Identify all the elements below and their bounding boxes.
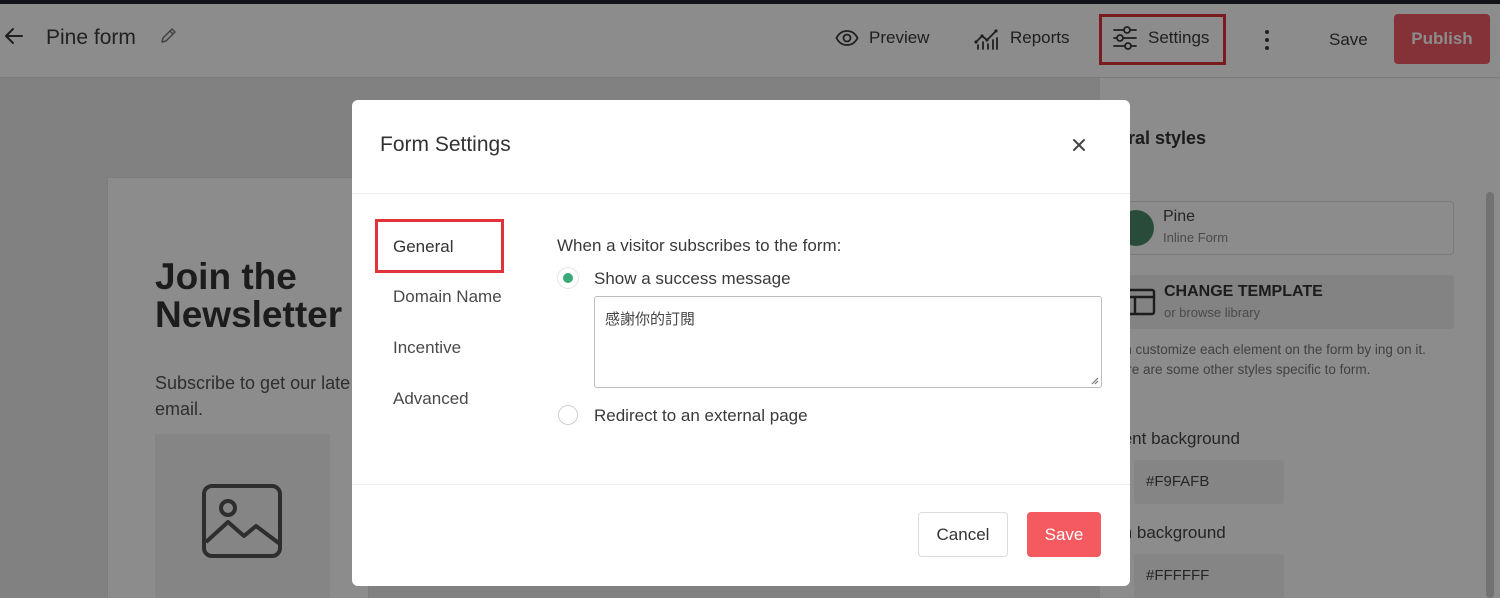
tab-advanced[interactable]: Advanced (393, 389, 469, 409)
redirect-option-label[interactable]: Redirect to an external page (594, 406, 808, 426)
tab-domain-name[interactable]: Domain Name (393, 287, 502, 307)
redirect-radio[interactable] (558, 405, 578, 425)
success-message-textarea[interactable]: 感謝你的訂閱 (594, 296, 1102, 388)
general-highlight-box (375, 219, 504, 273)
success-message-option-label[interactable]: Show a success message (594, 269, 791, 289)
close-icon[interactable] (1068, 134, 1090, 156)
dialog-title: Form Settings (380, 133, 511, 156)
subscribe-action-label: When a visitor subscribes to the form: (557, 236, 842, 255)
tab-incentive[interactable]: Incentive (393, 338, 461, 358)
save-button[interactable]: Save (1027, 512, 1101, 557)
success-message-radio[interactable] (558, 268, 578, 288)
form-settings-dialog: Form Settings General Domain Name Incent… (352, 100, 1130, 586)
cancel-button[interactable]: Cancel (918, 512, 1008, 557)
dialog-footer (352, 484, 1130, 586)
resize-grip-icon[interactable] (1089, 375, 1099, 385)
